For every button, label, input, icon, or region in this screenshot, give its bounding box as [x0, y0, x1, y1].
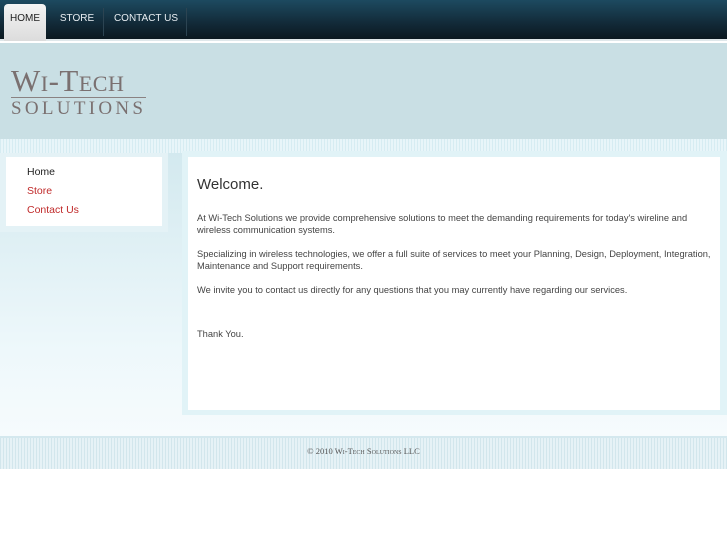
paragraph: At Wi-Tech Solutions we provide comprehe… [197, 213, 688, 235]
sidebar-menu: Home Store Contact Us [6, 157, 162, 226]
footer: © 2010 Wi-Tech Solutions LLC [0, 436, 727, 469]
copyright: © 2010 Wi-Tech Solutions LLC [307, 446, 420, 456]
logo-title: Wi-Tech [11, 65, 147, 98]
closing-text: Thank You. [197, 329, 244, 339]
sidebar-item-contact-us[interactable]: Contact Us [27, 204, 79, 216]
nav-store[interactable]: STORE [54, 4, 100, 41]
logo[interactable]: Wi-Tech SOLUTIONS [11, 65, 147, 120]
logo-subtitle: SOLUTIONS [11, 98, 147, 119]
top-nav: HOME STORE CONTACT US [0, 0, 727, 41]
main-content: Welcome. At Wi-Tech Solutions we provide… [188, 157, 720, 410]
nav-divider [186, 8, 187, 36]
sidebar-item-home[interactable]: Home [27, 166, 55, 178]
nav-home[interactable]: HOME [4, 4, 46, 41]
header: Wi-Tech SOLUTIONS [0, 43, 727, 139]
paragraph: We invite you to contact us directly for… [197, 285, 628, 295]
paragraph: Specializing in wireless technologies, w… [197, 249, 711, 271]
nav-divider [103, 8, 104, 36]
nav-contact-us[interactable]: CONTACT US [108, 4, 184, 41]
sidebar-item-store[interactable]: Store [27, 185, 52, 197]
page-title: Welcome. [197, 176, 264, 193]
